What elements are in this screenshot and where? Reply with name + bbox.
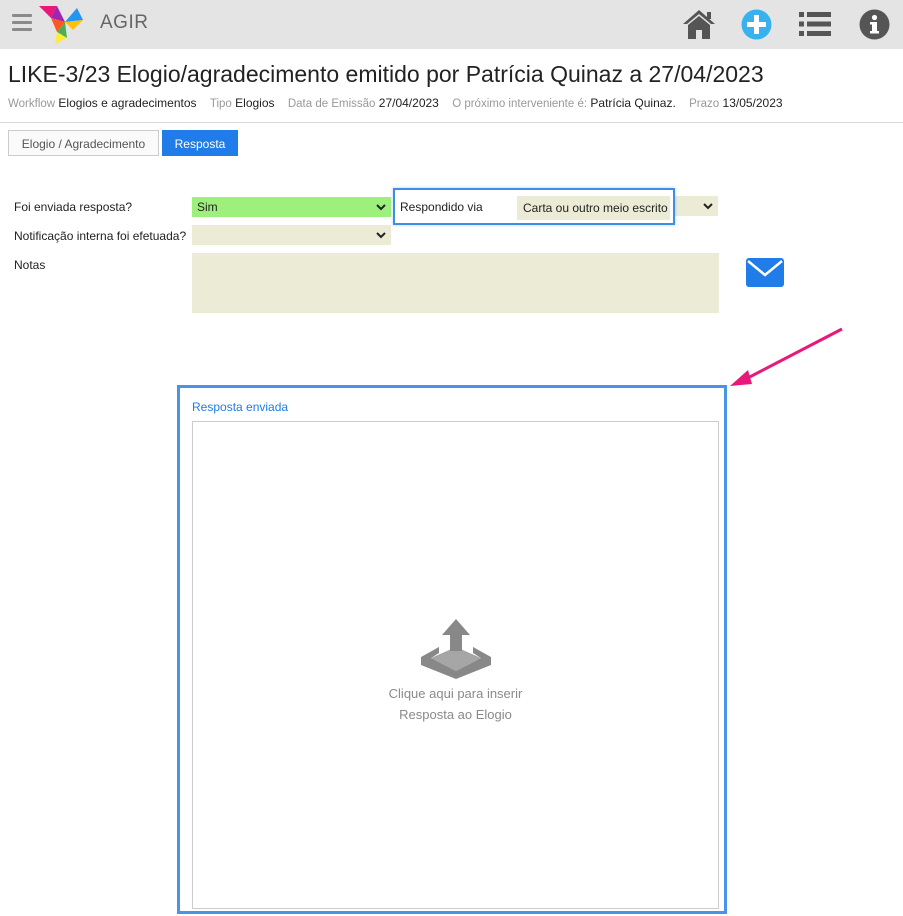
info-icon[interactable]	[859, 9, 890, 40]
chevron-down-icon	[703, 203, 713, 210]
meta-line: Workflow Elogios e agradecimentos Tipo E…	[8, 96, 793, 110]
prazo-value: 13/05/2023	[722, 96, 783, 110]
notas-label: Notas	[14, 258, 46, 272]
menu-icon[interactable]	[12, 14, 32, 32]
tab-elogio-agradecimento[interactable]: Elogio / Agradecimento	[8, 130, 159, 156]
upload-icon	[421, 619, 491, 679]
resposta-enviada-title: Resposta enviada	[192, 400, 289, 414]
envelope-icon[interactable]	[746, 258, 784, 287]
respondido-via-dropdown-arrow[interactable]	[675, 196, 718, 216]
top-bar: AGIR	[0, 0, 903, 49]
chevron-down-icon	[376, 204, 386, 211]
upload-instruction: Clique aqui para inserir	[388, 686, 523, 701]
workflow-value: Elogios e agradecimentos	[58, 96, 197, 110]
workflow-label: Workflow	[8, 98, 56, 110]
resposta-enviada-value: Sim	[197, 200, 218, 214]
plus-icon[interactable]	[741, 9, 772, 40]
list-icon[interactable]	[799, 11, 831, 37]
resposta-enviada-label: Foi enviada resposta?	[14, 200, 133, 214]
notificacao-select[interactable]	[192, 225, 391, 245]
chevron-down-icon	[376, 232, 386, 239]
tipo-label: Tipo	[209, 98, 232, 110]
header-divider	[0, 122, 903, 123]
agir-logo	[39, 6, 83, 44]
app-name: AGIR	[100, 12, 149, 33]
tab-resposta[interactable]: Resposta	[162, 130, 238, 156]
resposta-enviada-select[interactable]: Sim	[192, 197, 391, 217]
prazo-label: Prazo	[689, 98, 720, 110]
page-title: LIKE-3/23 Elogio/agradecimento emitido p…	[8, 61, 764, 87]
home-icon[interactable]	[681, 8, 717, 40]
respondido-via-select[interactable]: Carta ou outro meio escrito	[517, 196, 670, 220]
interveniente-value: Patrícia Quinaz.	[590, 96, 676, 110]
respondido-via-label: Respondido via	[400, 200, 483, 214]
tipo-value: Elogios	[235, 96, 275, 110]
upload-subtitle: Resposta ao Elogio	[399, 707, 512, 722]
notas-textarea[interactable]	[192, 253, 719, 313]
notificacao-label: Notificação interna foi efetuada?	[14, 229, 187, 243]
interveniente-label: O próximo interveniente é:	[452, 98, 588, 110]
data-emissao-value: 27/04/2023	[378, 96, 439, 110]
pointer-arrow	[730, 327, 843, 386]
data-emissao-label: Data de Emissão	[287, 98, 376, 110]
